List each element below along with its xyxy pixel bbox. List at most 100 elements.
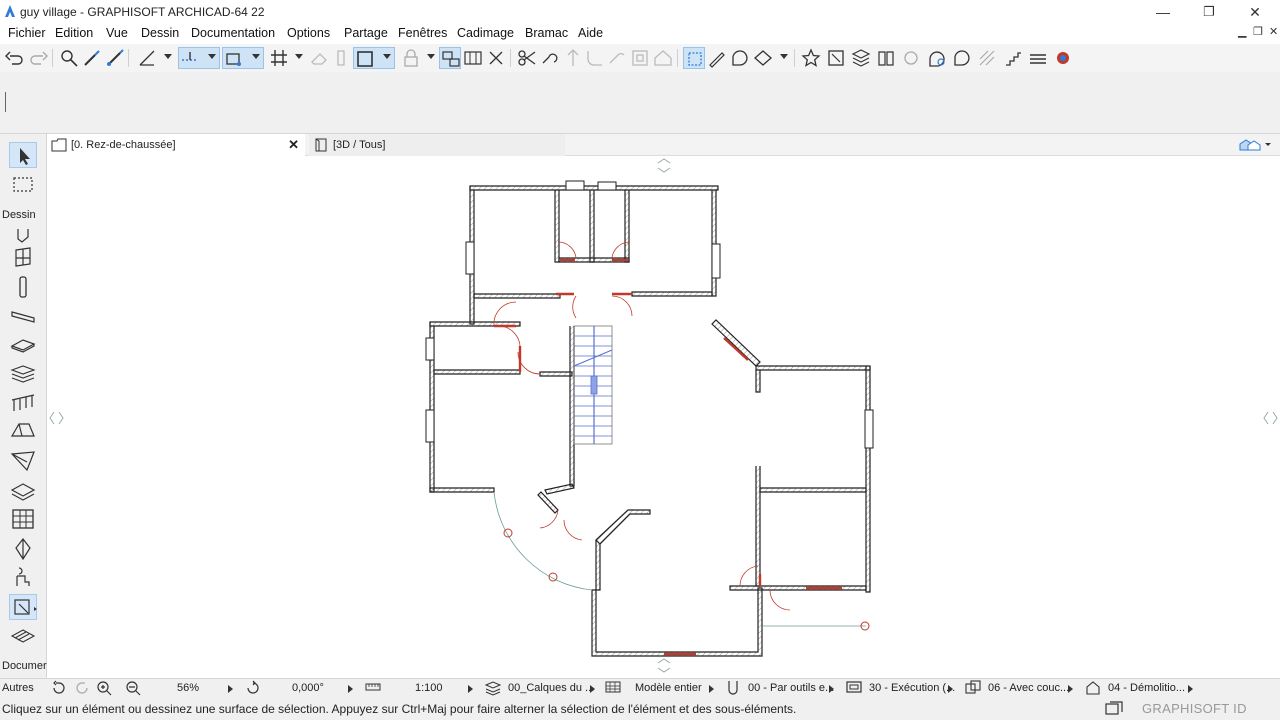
menu-aide[interactable]: Aide [578,26,603,40]
zone-icon[interactable] [729,47,751,69]
magic-wand-icon[interactable] [58,47,80,69]
zoom-redo-icon[interactable] [73,680,91,699]
chevron-right-icon[interactable] [228,685,233,693]
window-layout-icon[interactable] [1105,701,1123,720]
trim-icon[interactable] [606,47,628,69]
chevron-right-icon[interactable] [948,685,953,693]
chevron-down-icon[interactable] [383,54,391,59]
redo-icon[interactable] [27,47,49,69]
restore-button[interactable]: ❐ [1186,2,1232,22]
surface-icon[interactable] [900,47,922,69]
menu-fichier[interactable]: Fichier [8,26,46,40]
zoom-value[interactable]: 56% [177,682,199,694]
layer-combo-icon[interactable] [752,47,774,69]
graphisoft-addon-icon[interactable] [1052,47,1074,69]
window-tool[interactable] [9,244,37,270]
door-tool[interactable] [9,224,37,243]
chevron-right-icon[interactable] [709,685,714,693]
chevron-right-icon[interactable] [468,685,473,693]
zoom-undo-icon[interactable] [50,680,68,699]
intersect-icon[interactable] [562,47,584,69]
stair-icon[interactable] [1002,47,1024,69]
pen-set-value[interactable]: 00 - Par outils e... [748,682,834,694]
menu-documentation[interactable]: Documentation [191,26,275,40]
menu-edition[interactable]: Edition [55,26,93,40]
object-tool[interactable] [9,564,37,590]
split-icon[interactable] [516,47,538,69]
chevron-down-icon[interactable] [252,54,260,59]
undo-icon[interactable] [4,47,26,69]
chevron-right-icon[interactable] [1188,685,1193,693]
scale-value[interactable]: 1:100 [415,682,443,694]
column-tool[interactable] [9,274,37,300]
offset-icon[interactable] [629,47,651,69]
favorites-star-icon[interactable] [800,47,822,69]
chevron-right-icon[interactable] [590,685,595,693]
inject-parameters-icon[interactable] [104,47,126,69]
menu-bramac[interactable]: Bramac [525,26,568,40]
adjust-icon[interactable] [539,47,561,69]
chevron-down-icon[interactable] [295,54,303,59]
tab-menu-icon[interactable] [1236,137,1272,156]
mesh-tool[interactable] [9,478,37,504]
doc-restore-icon[interactable]: ❐ [1253,25,1263,38]
chevron-right-icon[interactable] [1068,685,1073,693]
menu-cadimage[interactable]: Cadimage [457,26,514,40]
close-tab-icon[interactable]: ✕ [288,134,299,156]
object-settings-icon[interactable] [825,47,847,69]
graphisoft-id-link[interactable]: GRAPHISOFT ID [1142,701,1247,716]
renovation-icon[interactable] [926,47,948,69]
close-window-button[interactable]: ✕ [1232,2,1278,22]
slab-tool[interactable] [9,332,37,358]
stair-tool[interactable] [9,360,37,386]
group-icon[interactable] [439,47,461,69]
lock-icon[interactable] [400,47,422,69]
menu-vue[interactable]: Vue [106,26,128,40]
pen-edit-icon[interactable] [706,47,728,69]
zone-tool[interactable] [9,594,37,620]
marquee-tool[interactable] [9,172,37,198]
chevron-down-icon[interactable] [164,54,172,59]
graphic-override-value[interactable]: 06 - Avec couc... [988,682,1069,694]
beam-tool[interactable] [9,304,37,330]
floor-plan-canvas[interactable] [47,156,1280,678]
rotate-view-icon[interactable] [245,680,261,699]
marquee-shape-icon[interactable] [330,47,352,69]
railing-tool[interactable] [9,390,37,416]
curtain-wall-tool[interactable] [9,506,37,532]
zoom-in-icon[interactable] [96,680,114,699]
doc-close-icon[interactable]: ✕ [1269,25,1278,38]
menu-fenetres[interactable]: Fenêtres [398,26,447,40]
menu-options[interactable]: Options [287,26,330,40]
layer-combination-value[interactable]: 00_Calques du ... [508,682,594,694]
surface-mesh-tool[interactable] [9,624,37,650]
orientation-value[interactable]: 0,000° [292,682,324,694]
stack-icon[interactable] [1027,47,1049,69]
suspend-groups-icon[interactable] [462,47,484,69]
book-icon[interactable] [875,47,897,69]
fillet-icon[interactable] [584,47,606,69]
minimize-button[interactable]: — [1140,2,1186,22]
menu-partage[interactable]: Partage [344,26,388,40]
doc-minimize-icon[interactable]: ▁ [1238,25,1246,38]
tab-3d[interactable]: [3D / Tous] [309,134,565,156]
roof-icon[interactable] [652,47,674,69]
fit-in-window-icon[interactable] [124,680,142,699]
eraser-icon[interactable] [308,47,330,69]
renovation-filter-value[interactable]: 04 - Démolitio... [1108,682,1185,694]
chevron-down-icon[interactable] [427,54,435,59]
trace-reference-icon[interactable] [683,47,705,69]
chevron-right-icon[interactable] [829,685,834,693]
mvo-value[interactable]: 30 - Exécution (... [869,682,955,694]
roof-tool[interactable] [9,418,37,444]
arrow-tool[interactable] [9,142,37,168]
grid-icon[interactable] [268,47,290,69]
menu-dessin[interactable]: Dessin [141,26,179,40]
chevron-down-icon[interactable] [780,54,788,59]
chevron-right-icon[interactable] [348,685,353,693]
structure-display-value[interactable]: Modèle entier [635,682,702,694]
chevron-down-icon[interactable] [208,54,216,59]
morph-tool[interactable] [9,536,37,562]
hatch-icon[interactable] [976,47,998,69]
pick-up-parameters-icon[interactable] [81,47,103,69]
